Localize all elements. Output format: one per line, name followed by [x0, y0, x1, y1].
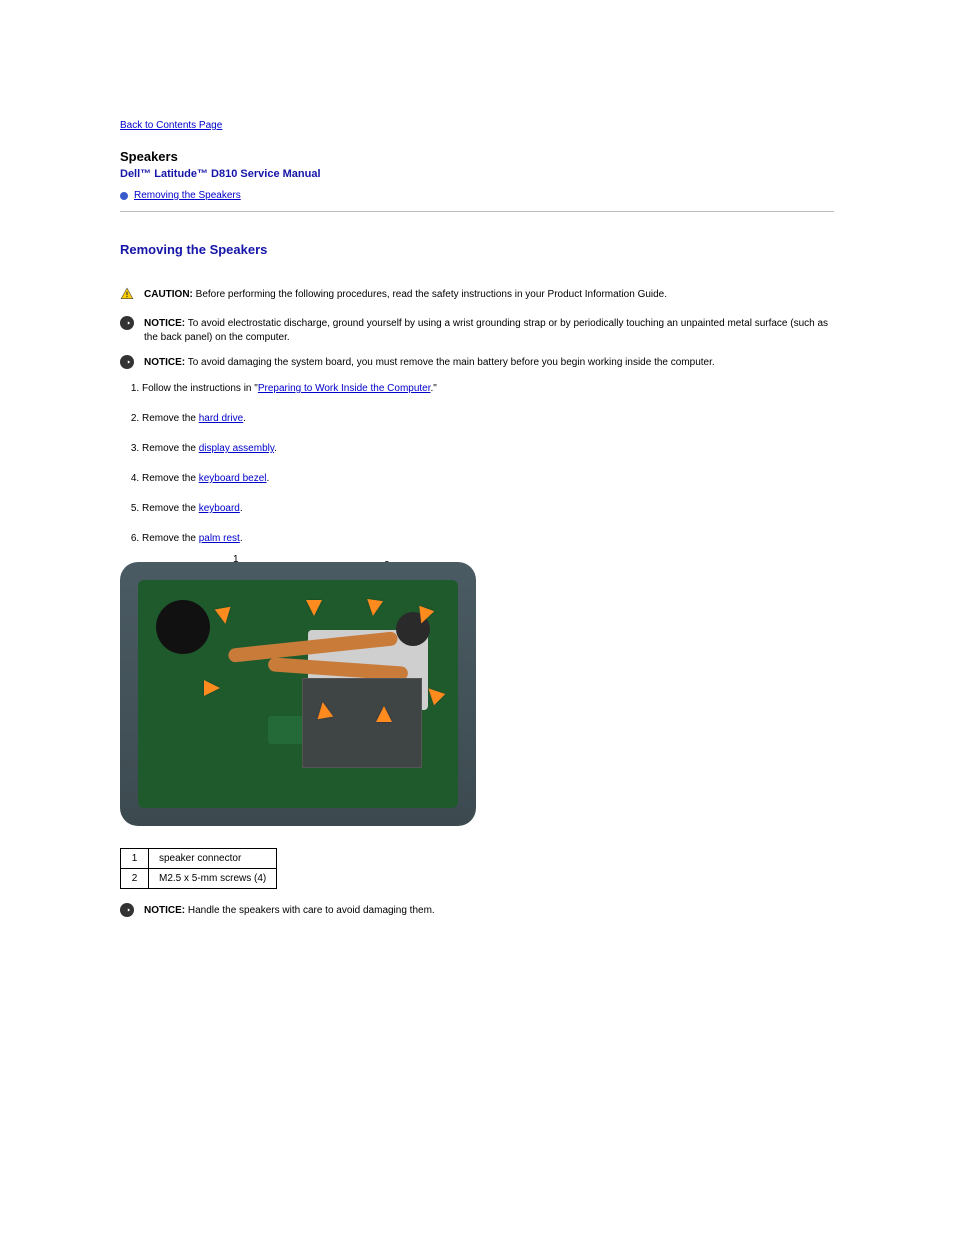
legend-num-1: 1	[121, 849, 149, 869]
step-1: Follow the instructions in "Preparing to…	[142, 382, 834, 396]
notice-label-3: NOTICE:	[144, 905, 185, 916]
figure-wrap: 1 2	[120, 562, 476, 826]
step-1-post: ."	[431, 383, 437, 394]
indicator-arrow-icon	[215, 607, 234, 626]
back-to-contents-link[interactable]: Back to Contents Page	[120, 120, 222, 131]
link-keyboard[interactable]: keyboard	[199, 503, 240, 514]
step-4: Remove the keyboard bezel.	[142, 472, 834, 486]
step-6: Remove the palm rest.	[142, 532, 834, 546]
step-5: Remove the keyboard.	[142, 502, 834, 516]
notice-circle-arrow-icon	[120, 316, 134, 330]
indicator-arrow-icon	[376, 706, 392, 722]
step-5-pre: Remove the	[142, 503, 199, 514]
notice-label-1: NOTICE:	[144, 318, 185, 329]
step-2-pre: Remove the	[142, 413, 199, 424]
link-preparing[interactable]: Preparing to Work Inside the Computer	[258, 383, 431, 394]
step-5-post: .	[240, 503, 243, 514]
link-display-assembly[interactable]: display assembly	[199, 443, 274, 454]
step-3-pre: Remove the	[142, 443, 199, 454]
indicator-arrow-icon	[306, 600, 322, 616]
step-3-post: .	[274, 443, 277, 454]
notice-row-1: NOTICE: To avoid electrostatic discharge…	[120, 316, 834, 345]
manual-subtitle: Dell™ Latitude™ D810 Service Manual	[120, 168, 834, 180]
toc-link-removing-speakers[interactable]: Removing the Speakers	[134, 190, 241, 201]
indicator-arrow-icon	[365, 599, 383, 617]
notice-circle-arrow-icon	[120, 355, 134, 369]
step-2: Remove the hard drive.	[142, 412, 834, 426]
legend-num-2: 2	[121, 869, 149, 889]
callout-legend-table: 1 speaker connector 2 M2.5 x 5-mm screws…	[120, 848, 277, 889]
link-hard-drive[interactable]: hard drive	[199, 413, 243, 424]
step-2-post: .	[243, 413, 246, 424]
step-3: Remove the display assembly.	[142, 442, 834, 456]
bullet-icon	[120, 192, 128, 200]
toc-row: Removing the Speakers	[120, 190, 834, 201]
legend-label-2: M2.5 x 5-mm screws (4)	[149, 869, 277, 889]
caution-text: Before performing the following procedur…	[193, 289, 667, 300]
motherboard-region	[138, 580, 458, 808]
indicator-arrow-icon	[315, 701, 334, 720]
caution-triangle-icon	[120, 293, 134, 304]
caution-label: CAUTION:	[144, 289, 193, 300]
caution-row: CAUTION: Before performing the following…	[120, 287, 834, 306]
link-palm-rest[interactable]: palm rest	[199, 533, 240, 544]
notice-row-3: NOTICE: Handle the speakers with care to…	[120, 903, 834, 918]
step-6-post: .	[240, 533, 243, 544]
notice-text-1: To avoid electrostatic discharge, ground…	[144, 318, 828, 343]
step-1-pre: Follow the instructions in "	[142, 383, 258, 394]
laptop-internals-photo	[120, 562, 476, 826]
link-keyboard-bezel[interactable]: keyboard bezel	[199, 473, 267, 484]
page-title: Speakers	[120, 149, 834, 164]
procedure-steps: Follow the instructions in "Preparing to…	[142, 382, 834, 546]
notice-text-2: To avoid damaging the system board, you …	[185, 357, 715, 368]
step-4-pre: Remove the	[142, 473, 199, 484]
step-6-pre: Remove the	[142, 533, 199, 544]
legend-label-1: speaker connector	[149, 849, 277, 869]
section-heading: Removing the Speakers	[120, 242, 834, 257]
table-row: 2 M2.5 x 5-mm screws (4)	[121, 869, 277, 889]
notice-label-2: NOTICE:	[144, 357, 185, 368]
notice-circle-arrow-icon	[120, 903, 134, 917]
step-4-post: .	[267, 473, 270, 484]
table-row: 1 speaker connector	[121, 849, 277, 869]
divider	[120, 211, 834, 212]
notice-row-2: NOTICE: To avoid damaging the system boa…	[120, 355, 834, 370]
notice-text-3: Handle the speakers with care to avoid d…	[185, 905, 435, 916]
indicator-arrow-icon	[204, 680, 220, 696]
